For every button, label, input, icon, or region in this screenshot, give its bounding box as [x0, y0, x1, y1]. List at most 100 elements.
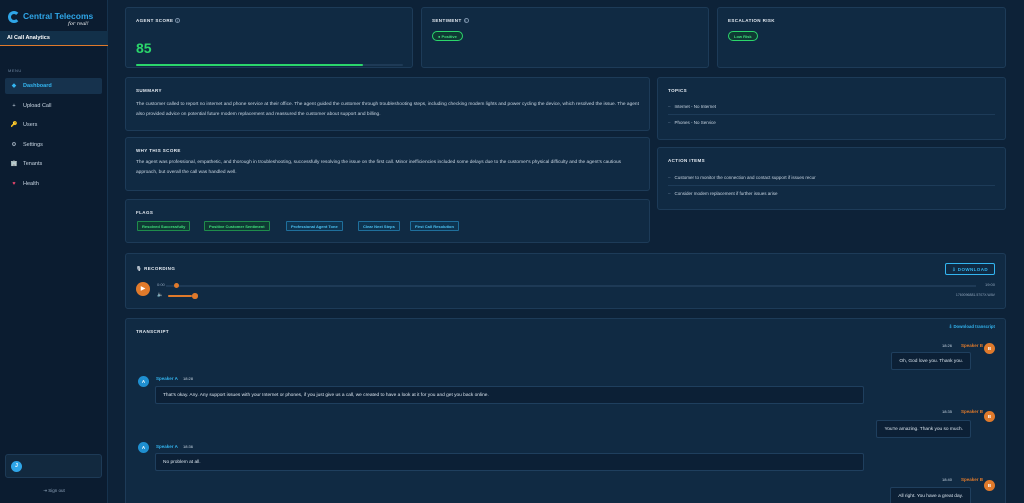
info-icon[interactable]: i [175, 18, 181, 24]
avatar: J [11, 461, 22, 472]
audio-progress-bar[interactable] [166, 285, 976, 287]
topic-item-text: Phones - No Service [674, 120, 716, 125]
message-speaker: Speaker B [960, 409, 983, 414]
volume-slider-fill [168, 294, 192, 297]
message-time: 18:28 [183, 376, 194, 381]
menu-label: MENU [8, 68, 22, 73]
action-item-text: Consider modem replacement if further is… [674, 191, 778, 196]
sentiment-card: SENTIMENT i ● Positive [421, 7, 709, 68]
play-icon[interactable]: ▶ [136, 282, 150, 296]
heart-icon: ♥ [12, 180, 16, 187]
duration: 19:00 [984, 282, 995, 287]
brand-logo[interactable]: Central Telecoms for real! [8, 10, 104, 30]
current-time: 0:00 [157, 282, 165, 287]
summary-title: SUMMARY [136, 88, 162, 93]
agent-score-card: AGENT SCORE i 85 [125, 7, 413, 68]
message-speaker: Speaker A [156, 444, 178, 449]
message-time: 18:26 [941, 343, 952, 348]
divider [668, 185, 995, 186]
key-icon: 🔑 [10, 122, 18, 128]
sidebar-item-tenants[interactable]: 🏢 Tenants [5, 156, 102, 172]
agent-score-value: 85 [136, 40, 152, 56]
message-speaker: Speaker B [960, 343, 983, 348]
action-item-text: Customer to monitor the connection and c… [674, 175, 816, 180]
message-time: 18:35 [941, 409, 952, 414]
message-time: 18:40 [941, 477, 952, 482]
speaker-avatar: B [984, 411, 995, 422]
recording-card: 🎙 RECORDING ⇩ DOWNLOAD ▶ 0:00 19:00 🔈 176… [125, 253, 1006, 309]
why-score-text: The agent was professional, empathetic, … [136, 160, 622, 175]
recording-label: RECORDING [144, 266, 176, 271]
sentiment-title: SENTIMENT i [432, 18, 469, 24]
transcript-title: TRANSCRIPT [136, 329, 169, 334]
plus-icon: + [12, 102, 16, 109]
sentiment-badge: ● Positive [432, 31, 463, 41]
topic-item: – Internet - No Internet [668, 104, 717, 109]
why-score-title: WHY THIS SCORE [136, 148, 181, 153]
action-item: – Customer to monitor the connection and … [668, 175, 816, 180]
agent-score-bar [136, 64, 403, 66]
action-item: – Consider modem replacement if further i… [668, 191, 778, 196]
escalation-risk-title: ESCALATION RISK [728, 18, 775, 23]
recording-title: 🎙 RECORDING [136, 266, 175, 272]
message-bubble: That's okay. Any. Any support issues wit… [155, 386, 864, 404]
sidebar-item-label: Users [23, 122, 38, 128]
message-speaker: Speaker B [960, 477, 983, 482]
flag-professional-agent-tone: Professional Agent Tone [286, 221, 343, 231]
brand-name: Central Telecoms [23, 11, 94, 21]
message-bubble: All right. You have a great day. [890, 487, 971, 503]
user-card[interactable]: J [5, 454, 102, 478]
download-transcript-link[interactable]: ⇩ Download transcript [949, 324, 995, 330]
flag-positive-customer-sentiment: Positive Customer Sentiment [204, 221, 270, 231]
speaker-avatar: B [984, 343, 995, 354]
brand-mark-icon [8, 11, 20, 23]
topic-item-text: Internet - No Internet [674, 104, 717, 109]
topics-title: TOPICS [668, 88, 688, 93]
sidebar: Central Telecoms for real! AI Call Analy… [0, 0, 108, 503]
audio-progress-handle[interactable] [174, 283, 179, 288]
building-icon: 🏢 [10, 161, 18, 167]
message-bubble: No problem at all. [155, 453, 864, 471]
message-time: 18:36 [183, 444, 194, 449]
microphone-icon: 🎙 [136, 266, 143, 271]
topic-item: – Phones - No Service [668, 120, 716, 125]
flag-resolved-successfully: Resolved Successfully [137, 221, 191, 231]
escalation-risk-badge: Low Risk [728, 31, 758, 41]
download-recording-button[interactable]: ⇩ DOWNLOAD [945, 263, 995, 275]
escalation-risk-card: ESCALATION RISK Low Risk [717, 7, 1006, 68]
sidebar-item-upload-call[interactable]: + Upload Call [5, 98, 102, 114]
sidebar-nav: ◆ Dashboard + Upload Call 🔑 Users ⚙ Sett… [5, 78, 102, 195]
sentiment-label: SENTIMENT [432, 18, 462, 23]
volume-slider-handle[interactable] [192, 293, 198, 299]
recording-filename: 1760096881.5707X.WAV [955, 293, 995, 297]
diamond-icon: ◆ [11, 83, 17, 89]
sidebar-item-dashboard[interactable]: ◆ Dashboard [5, 78, 102, 94]
transcript-card: TRANSCRIPT ⇩ Download transcript 18:26 S… [125, 318, 1006, 503]
sidebar-item-label: Health [23, 180, 39, 187]
flag-clear-next-steps: Clear Next Steps [358, 221, 400, 231]
flag-first-call-resolution: First Call Resolution [410, 221, 459, 231]
brand-tagline: for real! [68, 21, 89, 27]
agent-score-bar-fill [136, 64, 363, 66]
message-bubble: Oh, God love you. Thank you. [891, 352, 971, 370]
agent-score-title: AGENT SCORE i [136, 18, 181, 24]
sidebar-item-users[interactable]: 🔑 Users [5, 117, 102, 133]
summary-text: The customer called to report no interne… [136, 102, 639, 117]
summary-card: SUMMARY The customer called to report no… [125, 77, 650, 131]
sidebar-item-health[interactable]: ♥ Health [5, 176, 102, 192]
agent-score-label: AGENT SCORE [136, 18, 174, 23]
why-score-card: WHY THIS SCORE The agent was professiona… [125, 137, 650, 191]
message-bubble: You're amazing. Thank you so much. [876, 420, 971, 438]
volume-icon[interactable]: 🔈 [157, 292, 163, 298]
message-speaker: Speaker A [156, 376, 178, 381]
info-icon[interactable]: i [463, 18, 469, 24]
action-items-card: ACTION ITEMS – Customer to monitor the co… [657, 147, 1006, 210]
speaker-avatar: A [138, 442, 149, 453]
topics-card: TOPICS – Internet - No Internet – Phones -… [657, 77, 1006, 140]
sidebar-item-label: Tenants [23, 161, 43, 167]
sidebar-item-settings[interactable]: ⚙ Settings [5, 137, 102, 153]
divider [668, 114, 995, 115]
sign-out-link[interactable]: ⇥ Sign out [0, 488, 108, 494]
speaker-avatar: A [138, 376, 149, 387]
app-title: AI Call Analytics [0, 31, 108, 46]
